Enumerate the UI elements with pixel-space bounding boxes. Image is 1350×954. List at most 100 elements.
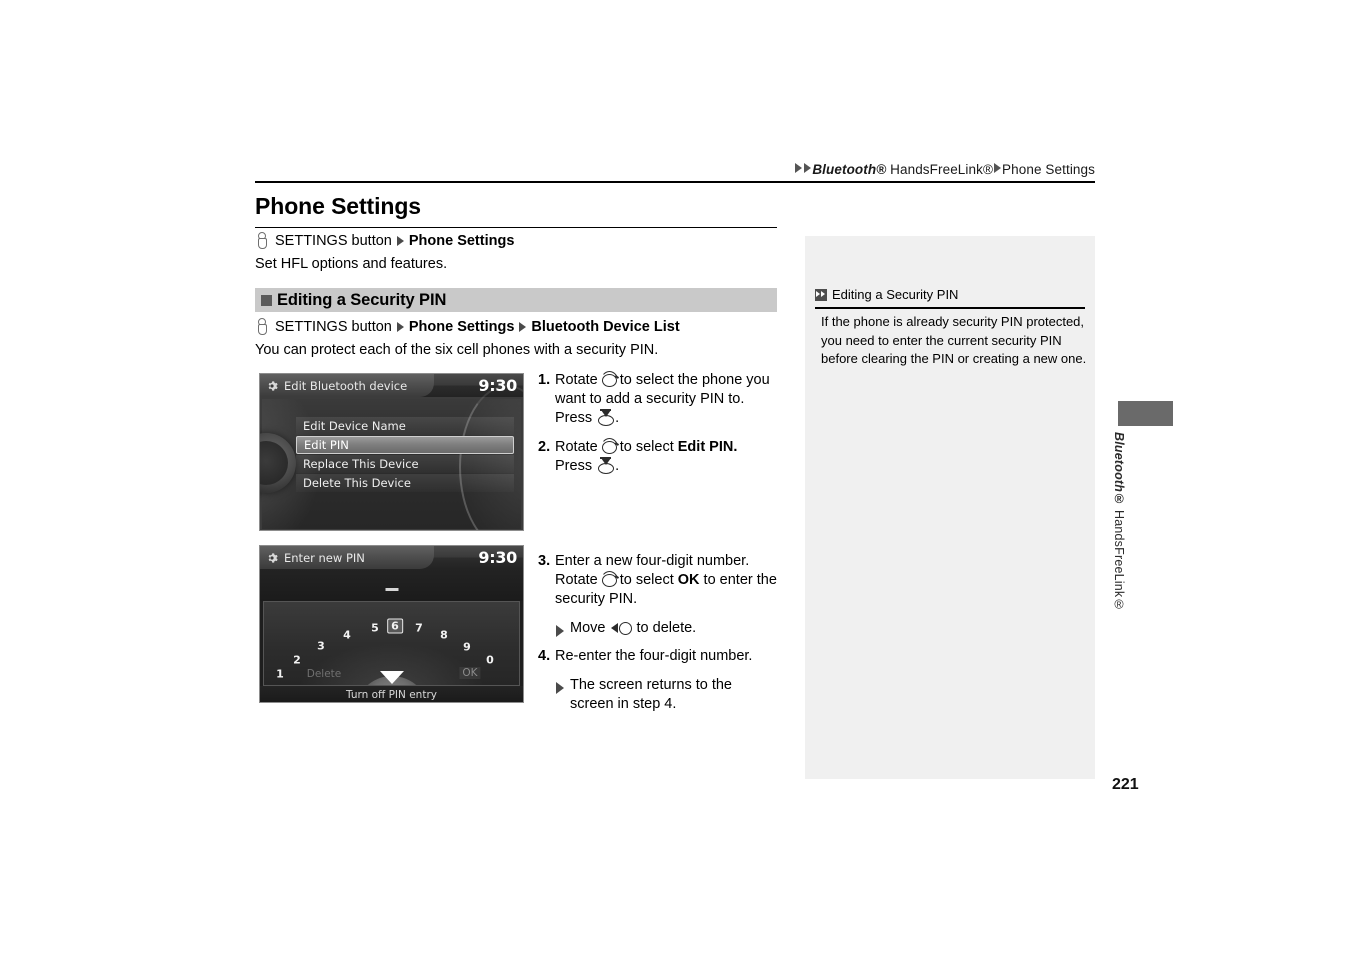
step-2-target: Edit PIN. — [677, 439, 738, 455]
step-2-press-word: Press — [555, 458, 593, 474]
side-tab-label-bluetooth: Bluetooth® — [1112, 432, 1126, 507]
screen-clock: 9:30 — [478, 376, 517, 395]
step-2: 2. Rotate to select Edit PIN. Press . — [538, 438, 778, 476]
menu-item-edit-pin[interactable]: Edit PIN — [296, 436, 514, 454]
intro-text: Set HFL options and features. — [255, 256, 448, 272]
menu-item-delete-this-device[interactable]: Delete This Device — [296, 474, 514, 492]
step-2-body: to select — [619, 439, 674, 455]
chevron-right-icon — [804, 162, 812, 173]
step-2-verb: Rotate — [555, 439, 598, 455]
screen-body: Edit Device Name Edit PIN Replace This D… — [260, 385, 523, 530]
step-3-substep: Move to delete. — [555, 619, 778, 638]
breadcrumb: Bluetooth® HandsFreeLink® Phone Settings — [255, 158, 1095, 180]
step-2-period: . — [615, 458, 620, 474]
menu-item-replace-this-device[interactable]: Replace This Device — [296, 455, 514, 473]
pin-entry-dial-pad: 1 2 3 4 5 6 7 8 9 0 Delete OK — [263, 601, 520, 686]
page-number: 221 — [1112, 776, 1139, 793]
nav-target-bluetooth-device-list: Bluetooth Device List — [531, 318, 680, 335]
screen-header: Edit Bluetooth device 9:30 — [260, 374, 523, 397]
step-number: 2. — [538, 439, 551, 455]
step-3-target: OK — [677, 572, 700, 588]
side-tab-label-rest: HandsFreeLink® — [1112, 506, 1126, 612]
step-number: 4. — [538, 648, 551, 664]
nav-path-section: SETTINGS button Phone Settings Bluetooth… — [255, 318, 680, 335]
breadcrumb-item-phone-settings: Phone Settings — [1002, 161, 1095, 177]
dial-graphic — [260, 433, 296, 493]
step-3-select-word: to select — [619, 572, 674, 588]
step-text: Rotate to select Edit PIN. Press . — [555, 438, 778, 476]
substep-tail: to delete. — [636, 620, 697, 636]
breadcrumb-item-handsfreelink: HandsFreeLink® — [890, 161, 994, 177]
pin-digit-4[interactable]: 4 — [343, 629, 351, 642]
nav-settings-button-label: SETTINGS button — [275, 232, 392, 249]
pin-ok-label[interactable]: OK — [459, 667, 481, 679]
rotate-knob-icon — [599, 371, 619, 387]
press-knob-icon — [597, 409, 615, 426]
pin-digit-7[interactable]: 7 — [415, 622, 423, 635]
screen-title: Edit Bluetooth device — [284, 378, 408, 393]
step-4-substep: The screen returns to the screen in step… — [555, 676, 778, 714]
turn-off-pin-entry-label[interactable]: Turn off PIN entry — [346, 689, 437, 701]
press-knob-icon — [597, 457, 615, 474]
settings-knob-icon — [255, 232, 268, 249]
step-4: 4. Re-enter the four-digit number. — [538, 647, 778, 666]
step-1: 1. Rotate to select the phone you want to… — [538, 371, 778, 428]
screen-header: Enter new PIN 9:30 — [260, 546, 523, 569]
step-3: 3. Enter a new four-digit number. Rotate… — [538, 552, 778, 609]
chevron-right-icon — [795, 162, 803, 173]
page-title: Phone Settings — [255, 193, 422, 219]
step-1-period: . — [615, 410, 620, 426]
pin-digit-6-selected[interactable]: 6 — [387, 618, 403, 634]
double-chevron-icon — [815, 288, 827, 301]
gear-icon — [268, 552, 278, 563]
section-heading-bar: Editing a Security PIN — [255, 288, 777, 312]
screen-clock: 9:30 — [478, 548, 517, 567]
note-divider — [815, 307, 1085, 309]
note-header: Editing a Security PIN — [815, 287, 958, 302]
steps-spacer — [538, 486, 778, 552]
pin-digit-9[interactable]: 9 — [463, 641, 471, 654]
rotate-knob-icon — [599, 571, 619, 587]
pin-delete-label[interactable]: Delete — [307, 668, 342, 680]
pin-digit-0[interactable]: 0 — [486, 654, 494, 667]
chevron-right-icon — [519, 321, 527, 332]
device-option-list: Edit Device Name Edit PIN Replace This D… — [296, 417, 514, 493]
note-body-text: If the phone is already security PIN pro… — [821, 314, 1087, 366]
note-title: Editing a Security PIN — [832, 287, 959, 302]
chevron-right-icon — [396, 235, 404, 246]
step-number: 1. — [538, 372, 551, 388]
pin-digit-8[interactable]: 8 — [440, 629, 448, 642]
rotate-knob-icon — [599, 438, 619, 454]
substep-text: The screen returns to the screen in step… — [570, 677, 732, 712]
settings-knob-icon — [255, 318, 268, 335]
step-number: 3. — [538, 553, 551, 569]
pin-digit-5[interactable]: 5 — [371, 622, 379, 635]
menu-item-edit-device-name[interactable]: Edit Device Name — [296, 417, 514, 435]
enter-new-pin-screenshot: Enter new PIN 9:30 1 2 3 4 5 6 7 8 9 0 D… — [259, 545, 524, 703]
chevron-right-icon — [994, 162, 1002, 173]
pin-display-area — [260, 569, 523, 601]
side-tab-label: Bluetooth® HandsFreeLink® — [1108, 432, 1126, 632]
chevron-down-icon — [379, 671, 404, 684]
instruction-steps: 1. Rotate to select the phone you want to… — [538, 371, 778, 723]
square-bullet-icon — [261, 294, 272, 306]
breadcrumb-text: Bluetooth® HandsFreeLink® Phone Settings — [794, 162, 1095, 177]
pin-placeholder-dash — [385, 588, 398, 591]
bullet-triangle-icon — [556, 625, 564, 637]
pin-digit-2[interactable]: 2 — [293, 654, 301, 667]
gear-icon — [268, 380, 278, 391]
screen-footer: Turn off PIN entry — [260, 686, 523, 702]
side-tab-marker — [1118, 401, 1173, 426]
header-divider — [255, 181, 1095, 183]
step-text: Rotate to select the phone you want to ad… — [555, 371, 778, 428]
step-text: Enter a new four-digit number. Rotate to … — [555, 552, 778, 609]
step-1-verb: Rotate — [555, 372, 598, 388]
side-note-panel: Editing a Security PIN If the phone is a… — [805, 236, 1095, 779]
nav-target-phone-settings: Phone Settings — [408, 232, 515, 249]
move-left-icon — [610, 621, 632, 635]
pin-digit-1[interactable]: 1 — [276, 668, 284, 681]
chevron-right-icon — [396, 321, 404, 332]
pin-digit-3[interactable]: 3 — [317, 640, 325, 653]
section-heading-label: Editing a Security PIN — [277, 290, 447, 309]
screen-title: Enter new PIN — [284, 550, 365, 565]
